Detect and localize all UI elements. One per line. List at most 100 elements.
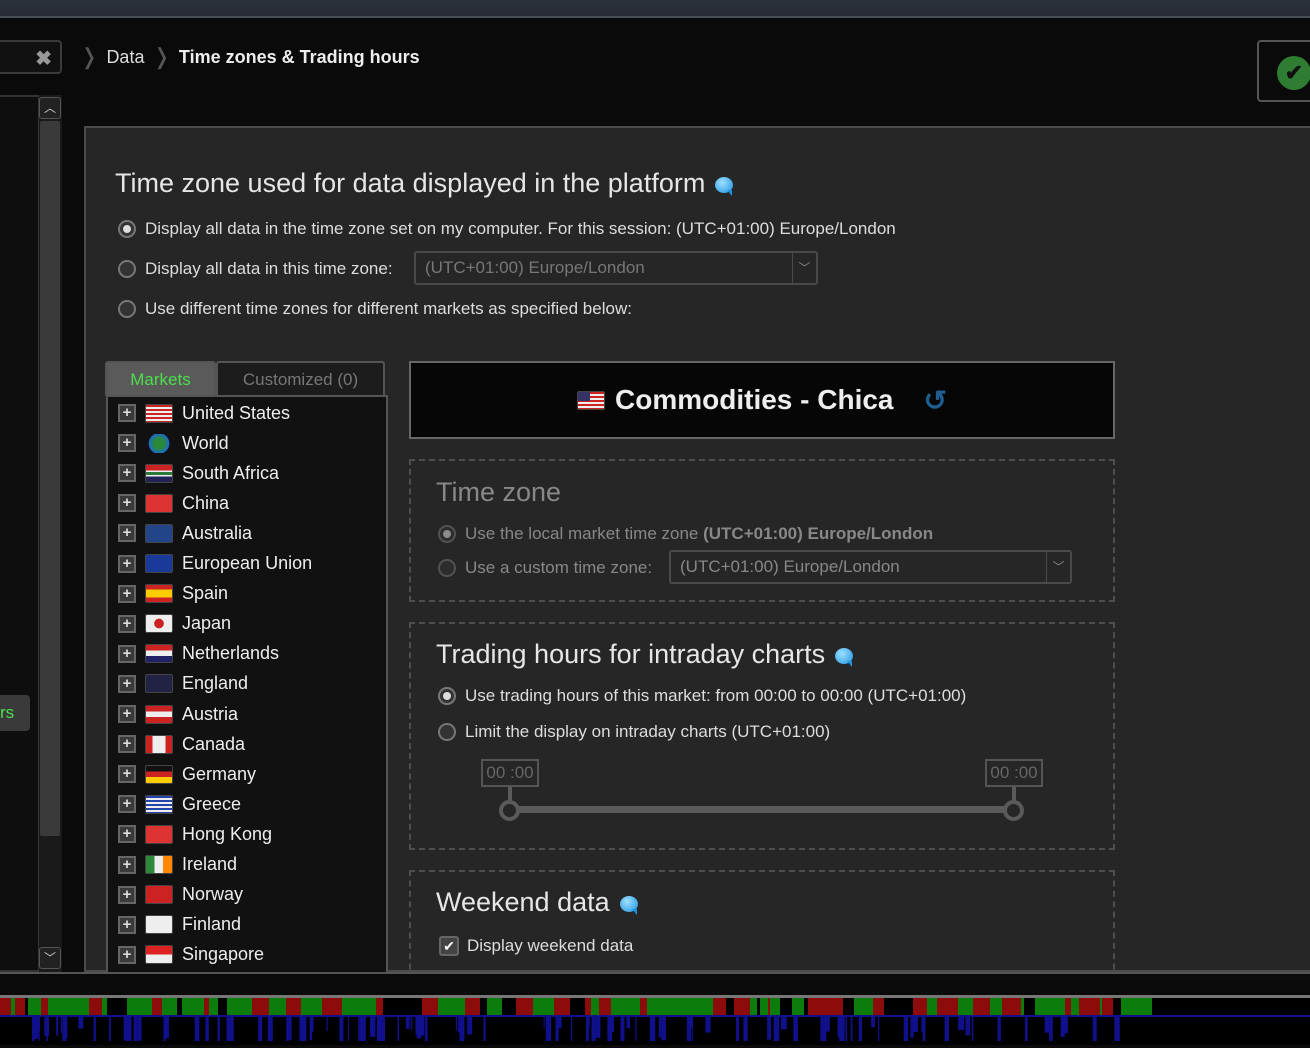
market-item[interactable]: + United States bbox=[118, 400, 290, 426]
tab-markets[interactable]: Markets bbox=[105, 361, 216, 396]
market-item[interactable]: + Australia bbox=[118, 520, 252, 546]
market-item[interactable]: + Hong Kong bbox=[118, 821, 272, 847]
timezone-select[interactable]: (UTC+01:00) Europe/London ﹀ bbox=[414, 251, 818, 285]
breadcrumb-data[interactable]: Data bbox=[106, 47, 144, 68]
market-tabs: Markets Customized (0) bbox=[105, 361, 385, 396]
weekend-data-checkbox[interactable]: ✔ bbox=[439, 936, 459, 956]
market-item[interactable]: + South Africa bbox=[118, 460, 279, 486]
custom-timezone-select[interactable]: (UTC+01:00) Europe/London ﹀ bbox=[669, 550, 1072, 584]
price-segment bbox=[715, 998, 726, 1015]
search-input[interactable]: ✖ bbox=[0, 40, 62, 74]
volume-bar bbox=[424, 1017, 427, 1041]
volume-bar bbox=[635, 1017, 637, 1041]
market-item[interactable]: + China bbox=[118, 490, 229, 516]
expand-icon[interactable]: + bbox=[118, 614, 136, 633]
market-item[interactable]: + Singapore bbox=[118, 942, 264, 968]
expand-icon[interactable]: + bbox=[118, 705, 136, 723]
radio-computer-timezone[interactable] bbox=[118, 220, 136, 238]
left-side-tab[interactable]: rs bbox=[0, 695, 30, 731]
expand-icon[interactable]: + bbox=[118, 855, 136, 874]
market-item[interactable]: + World bbox=[118, 430, 229, 456]
expand-icon[interactable]: + bbox=[118, 674, 136, 693]
price-segment bbox=[221, 998, 227, 1015]
market-item[interactable]: + European Union bbox=[118, 551, 312, 577]
market-item[interactable]: + Norway bbox=[118, 882, 243, 908]
market-label: Greece bbox=[182, 793, 242, 814]
confirm-button[interactable]: ✔ bbox=[1257, 40, 1310, 102]
slider-end-handle[interactable] bbox=[1003, 800, 1024, 821]
start-time-box[interactable]: 00 :00 bbox=[481, 759, 539, 787]
trading-hours-slider-track[interactable] bbox=[508, 806, 1014, 813]
market-item[interactable]: + Finland bbox=[118, 912, 241, 938]
market-item[interactable]: + England bbox=[118, 671, 248, 697]
price-segment bbox=[15, 998, 25, 1015]
market-item[interactable]: + Germany bbox=[118, 761, 256, 787]
expand-icon[interactable]: + bbox=[118, 795, 136, 814]
flag-icon bbox=[145, 523, 173, 543]
market-label: World bbox=[182, 432, 229, 453]
radio-limit-display[interactable] bbox=[438, 723, 456, 741]
option-per-market-label: Use different time zones for different m… bbox=[145, 299, 632, 318]
expand-icon[interactable]: + bbox=[118, 524, 136, 543]
price-segment bbox=[884, 998, 901, 1015]
expand-icon[interactable]: + bbox=[118, 644, 136, 663]
radio-fixed-timezone[interactable] bbox=[118, 260, 136, 278]
market-label: Austria bbox=[182, 703, 239, 724]
market-item[interactable]: + Netherlands bbox=[118, 641, 279, 667]
price-segment bbox=[554, 998, 570, 1015]
price-segment bbox=[823, 998, 843, 1015]
tab-customized[interactable]: Customized (0) bbox=[216, 361, 385, 396]
price-segment bbox=[692, 998, 702, 1015]
volume-bar bbox=[837, 1017, 841, 1038]
market-item[interactable]: + Austria bbox=[118, 701, 238, 727]
radio-per-market-timezone[interactable] bbox=[118, 300, 136, 318]
expand-icon[interactable]: + bbox=[118, 494, 136, 513]
expand-icon[interactable]: + bbox=[118, 735, 136, 754]
help-bubble-icon[interactable] bbox=[715, 176, 734, 196]
market-item[interactable]: + Japan bbox=[118, 611, 231, 637]
volume-bar bbox=[410, 1017, 413, 1030]
volume-bar bbox=[397, 1017, 400, 1041]
scroll-down-icon[interactable]: ﹀ bbox=[39, 947, 61, 969]
market-label: United States bbox=[182, 402, 291, 423]
slider-start-handle[interactable] bbox=[499, 800, 520, 821]
price-segment bbox=[611, 998, 629, 1015]
volume-bar bbox=[903, 1017, 909, 1041]
end-time-box[interactable]: 00 :00 bbox=[985, 759, 1043, 787]
left-scrollbar[interactable]: ︿ ﹀ bbox=[38, 95, 62, 972]
radio-custom-timezone[interactable] bbox=[438, 559, 456, 577]
radio-market-trading-hours[interactable] bbox=[438, 687, 456, 705]
price-segment bbox=[533, 998, 552, 1015]
expand-icon[interactable]: + bbox=[118, 915, 136, 934]
market-item[interactable]: + Greece bbox=[118, 791, 241, 817]
price-segment bbox=[973, 998, 990, 1015]
mini-price-chart bbox=[0, 995, 1310, 1045]
market-item[interactable]: + Canada bbox=[118, 731, 245, 757]
refresh-icon[interactable]: ↺ bbox=[924, 384, 947, 417]
price-segment bbox=[465, 998, 480, 1015]
market-item[interactable]: + Spain bbox=[118, 581, 228, 607]
expand-icon[interactable]: + bbox=[118, 885, 136, 904]
price-segment bbox=[218, 998, 221, 1015]
clear-icon[interactable]: ✖ bbox=[35, 46, 52, 71]
expand-icon[interactable]: + bbox=[118, 765, 136, 784]
price-segment bbox=[41, 998, 48, 1015]
scroll-thumb[interactable] bbox=[40, 121, 60, 836]
expand-icon[interactable]: + bbox=[118, 464, 136, 483]
price-segment bbox=[726, 998, 734, 1015]
expand-icon[interactable]: + bbox=[118, 434, 136, 453]
expand-icon[interactable]: + bbox=[118, 584, 136, 603]
help-bubble-icon[interactable] bbox=[835, 647, 854, 667]
expand-icon[interactable]: + bbox=[118, 945, 136, 964]
radio-local-market-timezone[interactable] bbox=[438, 525, 456, 543]
volume-bar bbox=[370, 1017, 376, 1037]
page-title: Time zone used for data displayed in the… bbox=[115, 168, 734, 199]
scroll-up-icon[interactable]: ︿ bbox=[39, 97, 61, 119]
expand-icon[interactable]: + bbox=[118, 825, 136, 844]
market-item[interactable]: + Ireland bbox=[118, 852, 237, 878]
market-tree: + United States + World + South Africa + China +… bbox=[106, 395, 388, 975]
expand-icon[interactable]: + bbox=[118, 554, 136, 573]
expand-icon[interactable]: + bbox=[118, 404, 136, 422]
volume-bar bbox=[205, 1017, 209, 1041]
help-bubble-icon[interactable] bbox=[619, 895, 638, 915]
